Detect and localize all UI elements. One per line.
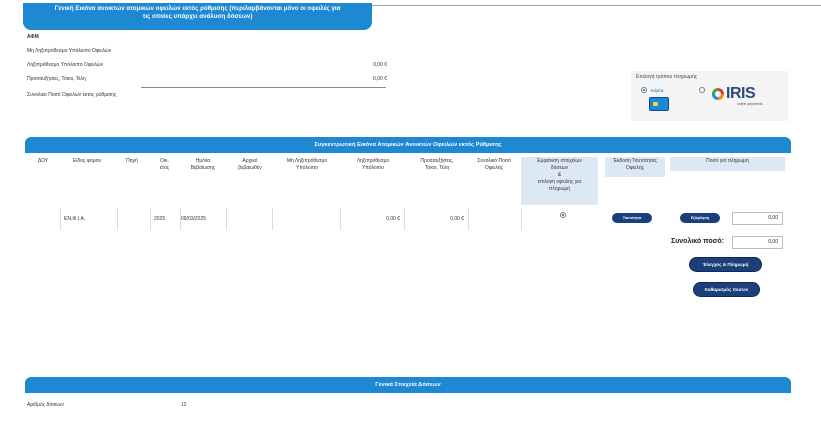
header-overdue-line1: Ληξιπρόθεσμο: [356, 158, 390, 164]
header-doy: ΔΟΥ: [37, 158, 49, 164]
header-not-overdue-line1: Μη Ληξιπρόθεσμο: [286, 158, 328, 164]
header-show-line2: δόσεων: [550, 165, 569, 171]
afm-label: ΑΦΜ: [27, 34, 39, 40]
header-initial-line2: βεβαιωθέν: [238, 165, 262, 171]
pay-amount-input[interactable]: 0,00: [732, 212, 783, 225]
header-initial: Αρχικό βεβαιωθέν: [228, 158, 272, 172]
total-label: Συνολικό ποσό:: [671, 238, 725, 245]
header-overdue-line2: Υπόλοιπο: [362, 165, 384, 171]
iris-logo[interactable]: IRIS online payments: [710, 85, 770, 113]
select-debt-radio[interactable]: [560, 212, 566, 218]
issue-id-button[interactable]: Ταυτότητα: [612, 213, 652, 223]
header-cert-date-line1: Ημ/νία: [195, 158, 211, 164]
header-fin-year-line1: Οικ.: [160, 158, 169, 164]
header-total: Συνολικό Ποσό Οφειλής: [470, 158, 518, 172]
header-show-installments: Εμφάνιση στοιχείων δόσεων & επιλογή οφει…: [521, 158, 598, 193]
header-pay-amount: Ποσό για πληρωμή: [706, 158, 749, 164]
installments-count-label: Αριθμός δόσεων: [27, 402, 64, 408]
header-fin-year-line2: έτος: [159, 165, 170, 171]
cell-divider: [272, 208, 273, 230]
header-initial-line1: Αρχικό: [242, 158, 258, 164]
header-tax-type: Είδος φόρου: [72, 158, 102, 164]
summary-row-value: 0,00 €: [373, 76, 387, 82]
header-surcharges-line2: Τόκοι, Τέλη: [424, 165, 450, 171]
header-show-line4: επιλογή οφειλής για: [537, 179, 582, 185]
summary-title-line1: Γενική Εικόνα ανοικτών ατομικών οφειλών …: [54, 5, 341, 12]
iris-ring-icon: [712, 88, 724, 100]
summary-row-value: 0,00 €: [373, 62, 387, 68]
header-cert-date: Ημ/νία Βεβαίωσης: [182, 158, 224, 172]
header-show-line1: Εμφάνιση στοιχείων: [537, 158, 582, 164]
cell-surcharges: 0,00 €: [450, 216, 464, 222]
header-not-overdue: Μη Ληξιπρόθεσμο Υπόλοιπο: [275, 158, 339, 172]
header-issue-line2: Οφειλής: [625, 165, 645, 171]
top-divider: [372, 5, 821, 6]
summary-row-label: Μη Ληξιπρόθεσμο Υπόλοιπο Οφειλών: [27, 48, 112, 54]
payment-method-panel: Επιλογή τρόπου πληρωμής Κάρτα IRIS onlin…: [631, 71, 788, 121]
summary-title-line2: τις οποίες υπάρχει ανάλυση δόσεων): [142, 13, 253, 20]
cell-divider: [468, 208, 469, 230]
cell-fin-year: 2025: [154, 216, 166, 222]
debts-table-header: ΔΟΥ Είδος φόρου Πηγή Οικ. έτος Ημ/νία Βε…: [25, 154, 791, 208]
header-not-overdue-line2: Υπόλοιπο: [296, 165, 318, 171]
header-surcharges-line1: Προσαυξήσεις,: [420, 158, 454, 164]
payment-method-label: Επιλογή τρόπου πληρωμής: [636, 74, 698, 80]
header-total-line1: Συνολικό Ποσό: [477, 158, 511, 164]
header-surcharges: Προσαυξήσεις, Τόκοι, Τέλη: [408, 158, 466, 172]
header-source: Πηγή: [126, 158, 138, 164]
header-issue-line1: Έκδοση Ταυτότητας: [613, 158, 657, 164]
card-radio[interactable]: [641, 87, 647, 93]
card-icon[interactable]: [649, 97, 669, 111]
iris-radio[interactable]: [699, 87, 705, 93]
check-and-pay-button[interactable]: Έλεγχος & Πληρωμή: [689, 257, 762, 272]
cell-divider: [150, 208, 151, 230]
header-cert-date-line2: Βεβαίωσης: [190, 165, 216, 171]
cell-divider: [117, 208, 118, 230]
cell-divider: [340, 208, 341, 230]
cell-divider: [60, 208, 61, 230]
total-amount-field: 0,00: [732, 236, 783, 249]
debts-table-title: Συγκεντρωτική Εικόνα Ατομικών Ανοικτών Ο…: [25, 137, 791, 153]
card-option-label: Κάρτα: [651, 88, 664, 93]
settle-button[interactable]: Εξόφληση: [680, 213, 720, 223]
header-overdue: Ληξιπρόθεσμο Υπόλοιπο: [343, 158, 403, 172]
summary-row-label: Συνολικό Ποσό Οφειλών εκτός ρύθμισης: [27, 92, 117, 98]
header-fin-year: Οικ. έτος: [152, 158, 177, 172]
installments-count-value: 12: [181, 402, 187, 408]
summary-row-label: Ληξιπρόθεσμο Υπόλοιπο Οφειλών: [27, 62, 104, 68]
cell-divider: [521, 208, 522, 230]
cell-divider: [226, 208, 227, 230]
header-total-line2: Οφειλής: [484, 165, 504, 171]
cell-divider: [404, 208, 405, 230]
cell-tax-type: ΕΝ.Φ.Ι.Α.: [64, 216, 86, 222]
summary-divider: [141, 87, 386, 88]
iris-name: IRIS: [726, 85, 756, 102]
header-issue-id: Έκδοση Ταυτότητας Οφειλής: [605, 158, 665, 172]
cell-overdue: 0,00 €: [386, 216, 400, 222]
iris-subtitle: online payments: [737, 102, 763, 106]
cell-cert-date: 09/03/2025: [181, 216, 207, 222]
summary-header: Γενική Εικόνα ανοικτών ατομικών οφειλών …: [23, 3, 372, 30]
general-installments-title: Γενικά Στοιχεία Δόσεων: [25, 377, 791, 393]
header-show-line3: &: [557, 172, 562, 178]
header-show-line5: πληρωμή: [548, 186, 571, 192]
summary-row-label: Προσαυξήσεις, Τόκοι, Τέλη: [27, 76, 86, 82]
clear-amounts-button[interactable]: Καθαρισμός ποσών: [693, 282, 760, 297]
